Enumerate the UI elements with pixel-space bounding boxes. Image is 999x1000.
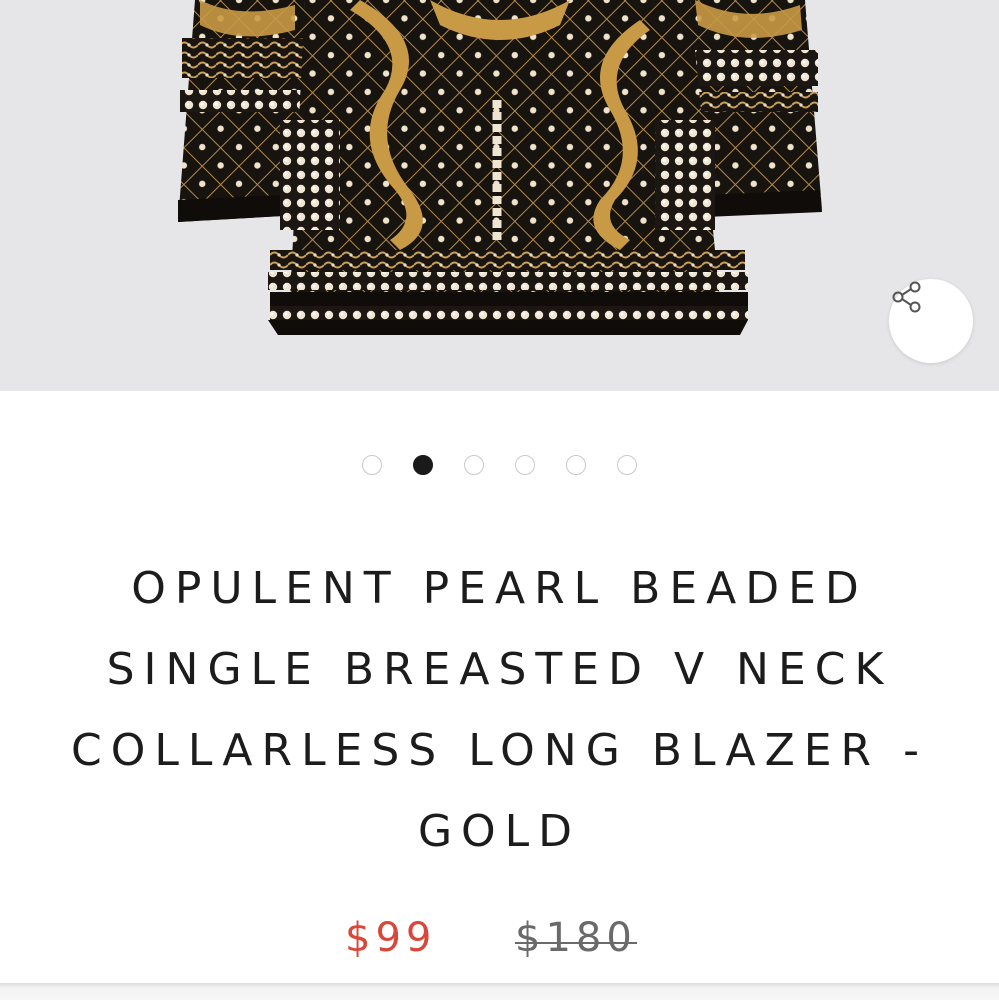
product-title: OPULENT PEARL BEADED SINGLE BREASTED V N… — [71, 563, 928, 857]
original-price: $180 — [515, 915, 637, 961]
strikethrough-line — [515, 942, 637, 944]
pagination-dot-2-active[interactable] — [413, 455, 433, 475]
pagination-dot-4[interactable] — [515, 455, 535, 475]
pagination-dot-3[interactable] — [464, 455, 484, 475]
price-block: $99 $180 — [0, 905, 999, 975]
image-pagination — [0, 452, 999, 478]
pagination-dot-6[interactable] — [617, 455, 637, 475]
pagination-dot-1[interactable] — [362, 455, 382, 475]
product-page: OPULENT PEARL BEADED SINGLE BREASTED V N… — [0, 0, 999, 1000]
share-button[interactable] — [889, 279, 973, 363]
share-icon — [892, 281, 921, 313]
sale-price: $99 — [345, 915, 437, 961]
pagination-dot-5[interactable] — [566, 455, 586, 475]
original-price-text: $180 — [515, 915, 637, 961]
blazer-illustration — [178, 0, 822, 335]
bottom-divider — [0, 983, 999, 1000]
product-image[interactable] — [0, 0, 999, 391]
